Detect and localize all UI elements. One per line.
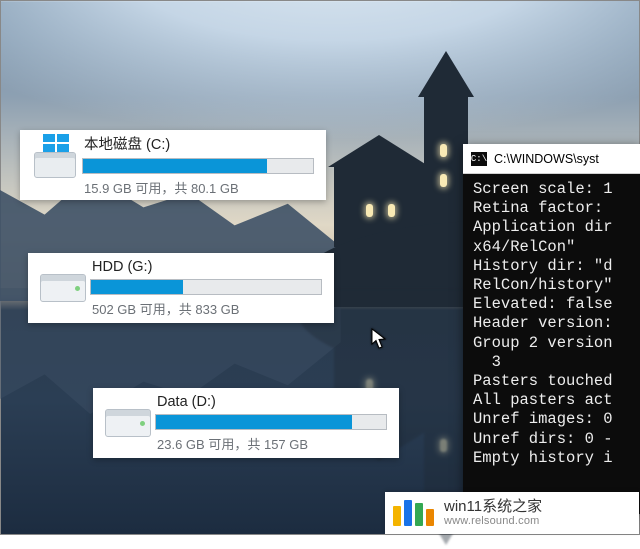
drive-usage-bar: [82, 158, 314, 174]
drive-usage-fill: [83, 159, 267, 173]
drive-hdd-icon: [36, 263, 90, 313]
drive-tile-c[interactable]: 本地磁盘 (C:) 15.9 GB 可用，共 80.1 GB: [20, 130, 326, 200]
watermark-logo-icon: [393, 500, 434, 526]
watermark-url: www.relsound.com: [444, 515, 542, 528]
drive-subtext: 502 GB 可用，共 833 GB: [92, 299, 322, 318]
watermark-name: win11系统之家: [444, 498, 542, 515]
drive-label: 本地磁盘 (C:): [84, 133, 314, 154]
drive-usage-bar: [90, 279, 322, 295]
mouse-cursor-icon: [371, 328, 387, 350]
cmd-icon: C:\: [471, 152, 487, 166]
console-output[interactable]: Screen scale: 1 Retina factor: Applicati…: [463, 174, 640, 514]
drive-hdd-icon: [101, 398, 155, 448]
drive-usage-bar: [155, 414, 387, 430]
drive-label: HDD (G:): [92, 259, 322, 275]
drive-tile-g[interactable]: HDD (G:) 502 GB 可用，共 833 GB: [28, 253, 334, 323]
drive-usage-fill: [91, 280, 183, 294]
drive-subtext: 15.9 GB 可用，共 80.1 GB: [84, 178, 314, 197]
console-window[interactable]: C:\ C:\WINDOWS\syst Screen scale: 1 Reti…: [463, 144, 640, 514]
drive-usage-fill: [156, 415, 352, 429]
console-titlebar[interactable]: C:\ C:\WINDOWS\syst: [463, 144, 640, 174]
watermark-banner: win11系统之家 www.relsound.com: [385, 492, 639, 534]
drive-label: Data (D:): [157, 394, 387, 410]
console-title: C:\WINDOWS\syst: [494, 152, 599, 166]
drive-subtext: 23.6 GB 可用，共 157 GB: [157, 434, 387, 453]
drive-ssd-icon: [28, 140, 82, 190]
drive-tile-d[interactable]: Data (D:) 23.6 GB 可用，共 157 GB: [93, 388, 399, 458]
